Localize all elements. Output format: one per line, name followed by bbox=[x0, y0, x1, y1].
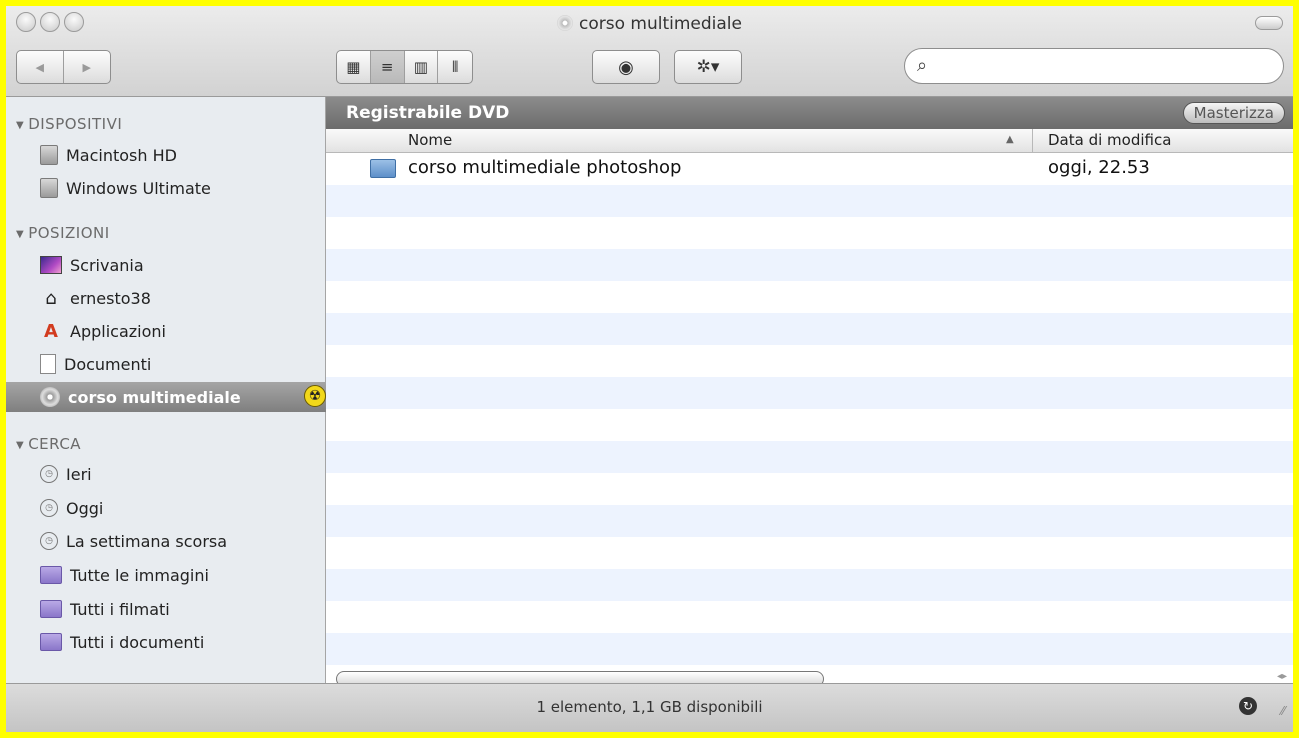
clock-icon: ◷ bbox=[40, 532, 58, 550]
sidebar-item-tutti-documenti[interactable]: Tutti i documenti bbox=[6, 627, 326, 657]
file-rows: corso multimediale photoshop oggi, 22.53 bbox=[326, 153, 1293, 675]
column-header: Nome ▲ Data di modifica bbox=[326, 129, 1293, 153]
clock-icon: ◷ bbox=[40, 465, 58, 483]
file-name: corso multimediale photoshop bbox=[408, 157, 682, 178]
empty-row bbox=[326, 505, 1293, 537]
file-list-pane: Registrabile DVD Masterizza Nome ▲ Data … bbox=[326, 97, 1293, 687]
smart-folder-icon bbox=[40, 566, 62, 584]
clock-icon: ◷ bbox=[40, 499, 58, 517]
cd-icon bbox=[40, 387, 60, 407]
window-title: corso multimediale bbox=[6, 14, 1293, 34]
resize-grip-icon[interactable]: ⁄⁄ bbox=[1281, 704, 1285, 718]
disclosure-triangle-icon: ▼ bbox=[16, 440, 25, 451]
empty-row bbox=[326, 409, 1293, 441]
smart-folder-icon bbox=[40, 633, 62, 651]
hard-disk-icon bbox=[40, 145, 58, 165]
empty-row bbox=[326, 569, 1293, 601]
scroll-arrows-icon[interactable]: ◂▸ bbox=[1277, 671, 1287, 682]
back-button[interactable]: ◀ bbox=[17, 51, 64, 83]
back-arrow-icon: ◀ bbox=[35, 60, 44, 74]
sidebar-item-corso-multimediale[interactable]: corso multimediale ☢ bbox=[6, 382, 326, 412]
search-icon: ⌕ bbox=[917, 55, 928, 76]
empty-row bbox=[326, 249, 1293, 281]
header-title: Registrabile DVD bbox=[346, 103, 510, 123]
quick-look-button[interactable]: ◉ bbox=[592, 50, 660, 84]
sidebar-item-applicazioni[interactable]: A Applicazioni bbox=[6, 316, 326, 346]
grid-icon: ▦ bbox=[346, 58, 361, 76]
sidebar-item-settimana-scorsa[interactable]: ◷ La settimana scorsa bbox=[6, 526, 326, 556]
empty-row bbox=[326, 185, 1293, 217]
empty-row bbox=[326, 345, 1293, 377]
empty-row bbox=[326, 313, 1293, 345]
burn-icon[interactable]: ☢ bbox=[304, 385, 326, 407]
sync-icon: ↻ bbox=[1239, 697, 1257, 715]
empty-row bbox=[326, 633, 1293, 665]
empty-row bbox=[326, 537, 1293, 569]
disclosure-triangle-icon: ▼ bbox=[16, 229, 25, 240]
column-header-date[interactable]: Data di modifica bbox=[1048, 131, 1171, 149]
documents-icon bbox=[40, 354, 56, 374]
gear-icon: ✲▾ bbox=[696, 57, 720, 77]
desktop-icon bbox=[40, 256, 62, 274]
coverflow-view-button[interactable]: ⦀ bbox=[438, 51, 472, 83]
forward-button[interactable]: ▶ bbox=[64, 51, 111, 83]
list-view-button[interactable]: ≡ bbox=[370, 51, 405, 83]
columns-icon: ▥ bbox=[413, 58, 428, 76]
action-menu-button[interactable]: ✲▾ bbox=[674, 50, 742, 84]
forward-arrow-icon: ▶ bbox=[82, 60, 91, 74]
sidebar-item-macintosh-hd[interactable]: Macintosh HD bbox=[6, 140, 326, 170]
empty-row bbox=[326, 601, 1293, 633]
finder-window: corso multimediale ◀ ▶ ▦ ≡ ▥ ⦀ ◉ ✲▾ ⌕ ▼ D… bbox=[6, 6, 1293, 732]
hard-disk-icon bbox=[40, 178, 58, 198]
titlebar: corso multimediale ◀ ▶ ▦ ≡ ▥ ⦀ ◉ ✲▾ ⌕ bbox=[6, 6, 1293, 97]
empty-row bbox=[326, 281, 1293, 313]
empty-row bbox=[326, 217, 1293, 249]
sort-ascending-icon: ▲ bbox=[1006, 134, 1014, 145]
column-view-button[interactable]: ▥ bbox=[405, 51, 439, 83]
file-date: oggi, 22.53 bbox=[1048, 157, 1150, 178]
horizontal-scrollbar[interactable]: ◂▸ bbox=[326, 671, 1293, 687]
sidebar-item-documenti[interactable]: Documenti bbox=[6, 349, 326, 379]
sidebar-item-tutti-filmati[interactable]: Tutti i filmati bbox=[6, 594, 326, 624]
sidebar-section-posizioni[interactable]: ▼ POSIZIONI bbox=[16, 224, 110, 242]
cd-icon bbox=[557, 15, 573, 31]
burn-folder-header: Registrabile DVD Masterizza bbox=[326, 97, 1293, 129]
icon-view-button[interactable]: ▦ bbox=[337, 51, 371, 83]
view-mode-control: ▦ ≡ ▥ ⦀ bbox=[336, 50, 473, 84]
home-icon: ⌂ bbox=[45, 287, 57, 309]
disclosure-triangle-icon: ▼ bbox=[16, 120, 25, 131]
sidebar-item-ieri[interactable]: ◷ Ieri bbox=[6, 459, 326, 489]
sidebar-item-tutte-immagini[interactable]: Tutte le immagini bbox=[6, 560, 326, 590]
burn-button[interactable]: Masterizza bbox=[1182, 102, 1285, 124]
back-forward-control: ◀ ▶ bbox=[16, 50, 111, 84]
eye-icon: ◉ bbox=[618, 56, 634, 78]
sidebar-section-cerca[interactable]: ▼ CERCA bbox=[16, 435, 81, 453]
empty-row bbox=[326, 377, 1293, 409]
smart-folder-icon bbox=[40, 600, 62, 618]
search-input[interactable] bbox=[939, 55, 1273, 79]
table-row[interactable]: corso multimediale photoshop oggi, 22.53 bbox=[326, 153, 1293, 185]
folder-alias-icon bbox=[370, 159, 396, 178]
sidebar-item-ernesto38[interactable]: ⌂ ernesto38 bbox=[6, 283, 326, 313]
status-text: 1 elemento, 1,1 GB disponibili bbox=[536, 698, 763, 716]
empty-row bbox=[326, 473, 1293, 505]
toolbar-toggle-button[interactable] bbox=[1255, 16, 1283, 30]
sidebar-item-scrivania[interactable]: Scrivania bbox=[6, 250, 326, 280]
coverflow-icon: ⦀ bbox=[451, 58, 459, 76]
column-header-name[interactable]: Nome bbox=[408, 131, 452, 149]
applications-icon: A bbox=[44, 320, 58, 342]
empty-row bbox=[326, 441, 1293, 473]
list-icon: ≡ bbox=[380, 58, 394, 76]
column-divider[interactable] bbox=[1032, 129, 1033, 153]
search-field[interactable]: ⌕ bbox=[904, 48, 1284, 84]
sidebar-section-dispositivi[interactable]: ▼ DISPOSITIVI bbox=[16, 115, 122, 133]
status-bar: 1 elemento, 1,1 GB disponibili ↻ ⁄⁄ bbox=[6, 683, 1293, 732]
sidebar: ▼ DISPOSITIVI Macintosh HD Windows Ultima… bbox=[6, 97, 326, 683]
sidebar-item-windows-ultimate[interactable]: Windows Ultimate bbox=[6, 173, 326, 203]
sidebar-item-oggi[interactable]: ◷ Oggi bbox=[6, 493, 326, 523]
